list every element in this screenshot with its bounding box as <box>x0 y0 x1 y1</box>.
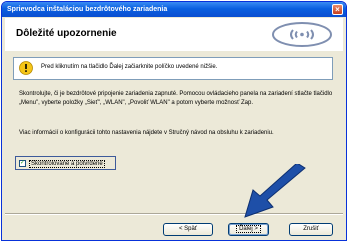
instructions-paragraph: Skontrolujte, či je bezdrôtové pripojeni… <box>19 91 333 106</box>
next-button-label: Ďalej > <box>236 225 261 233</box>
next-button[interactable]: Ďalej > <box>228 223 269 236</box>
cancel-button[interactable]: Zrušiť <box>289 223 333 236</box>
confirm-checkbox-label[interactable]: Skontrolované a potvrdené <box>29 160 105 168</box>
page-title: Dôležité upozornenie <box>16 28 117 39</box>
back-button[interactable]: < Späť <box>163 223 213 236</box>
header-panel: Dôležité upozornenie <box>5 18 343 52</box>
warning-icon <box>19 61 33 75</box>
warning-box: Pred kliknutím na tlačidlo Ďalej začiark… <box>13 57 333 80</box>
window-title: Sprievodca inštaláciou bezdrôtového zari… <box>7 6 168 13</box>
title-bar[interactable]: Sprievodca inštaláciou bezdrôtového zari… <box>2 2 346 17</box>
confirm-checkbox-row[interactable]: ✓ Skontrolované a potvrdené <box>15 156 116 170</box>
info-paragraph: Viac informácií o konfigurácii tohto nas… <box>19 130 274 136</box>
warning-text: Pred kliknutím na tlačidlo Ďalej začiark… <box>41 64 218 70</box>
wireless-logo-icon <box>272 22 332 47</box>
installer-window: Sprievodca inštaláciou bezdrôtového zari… <box>1 1 347 241</box>
pointer-arrow-icon <box>244 164 306 218</box>
close-button[interactable]: × <box>332 4 343 15</box>
confirm-checkbox[interactable]: ✓ <box>19 160 26 167</box>
